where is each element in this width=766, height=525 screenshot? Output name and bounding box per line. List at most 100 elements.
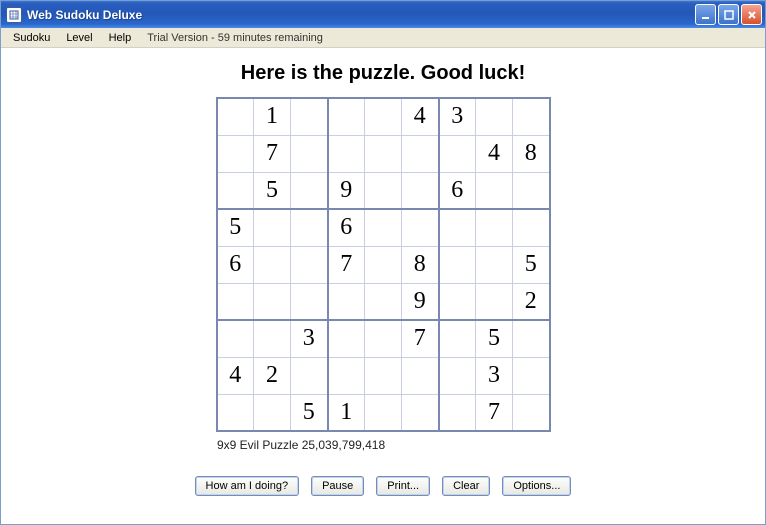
sudoku-cell[interactable]: 2 — [513, 283, 550, 320]
close-button[interactable] — [741, 4, 762, 25]
sudoku-cell[interactable] — [291, 172, 328, 209]
window-controls — [695, 4, 762, 25]
sudoku-cell[interactable]: 4 — [476, 135, 513, 172]
maximize-button[interactable] — [718, 4, 739, 25]
sudoku-cell[interactable] — [291, 246, 328, 283]
sudoku-cell[interactable]: 5 — [513, 246, 550, 283]
sudoku-cell[interactable]: 5 — [291, 394, 328, 431]
sudoku-cell[interactable] — [439, 246, 476, 283]
sudoku-cell[interactable] — [402, 135, 439, 172]
sudoku-cell[interactable]: 7 — [254, 135, 291, 172]
maximize-icon — [724, 10, 734, 20]
sudoku-cell[interactable]: 5 — [217, 209, 254, 246]
page-title: Here is the puzzle. Good luck! — [241, 62, 526, 85]
sudoku-cell[interactable]: 3 — [476, 357, 513, 394]
sudoku-cell[interactable] — [217, 98, 254, 135]
sudoku-cell[interactable] — [365, 172, 402, 209]
sudoku-cell[interactable]: 1 — [328, 394, 365, 431]
app-icon — [6, 7, 22, 23]
sudoku-cell[interactable] — [254, 320, 291, 357]
sudoku-cell[interactable]: 2 — [254, 357, 291, 394]
sudoku-cell[interactable] — [439, 283, 476, 320]
menu-sudoku[interactable]: Sudoku — [5, 30, 58, 46]
sudoku-cell[interactable]: 8 — [513, 135, 550, 172]
sudoku-cell[interactable] — [365, 246, 402, 283]
sudoku-cell[interactable]: 3 — [291, 320, 328, 357]
sudoku-cell[interactable] — [476, 246, 513, 283]
sudoku-cell[interactable] — [291, 283, 328, 320]
sudoku-cell[interactable] — [402, 394, 439, 431]
sudoku-cell[interactable] — [476, 172, 513, 209]
sudoku-cell[interactable]: 7 — [476, 394, 513, 431]
clear-button[interactable]: Clear — [442, 476, 490, 496]
window-title: Web Sudoku Deluxe — [27, 8, 695, 22]
sudoku-cell[interactable] — [328, 283, 365, 320]
sudoku-cell[interactable] — [402, 357, 439, 394]
menu-help[interactable]: Help — [101, 30, 140, 46]
sudoku-cell[interactable] — [291, 209, 328, 246]
minimize-button[interactable] — [695, 4, 716, 25]
button-row: How am I doing? Pause Print... Clear Opt… — [195, 476, 572, 496]
sudoku-cell[interactable] — [254, 394, 291, 431]
sudoku-cell[interactable] — [217, 135, 254, 172]
sudoku-cell[interactable] — [402, 209, 439, 246]
sudoku-cell[interactable] — [365, 135, 402, 172]
sudoku-cell[interactable]: 8 — [402, 246, 439, 283]
sudoku-cell[interactable] — [254, 283, 291, 320]
sudoku-cell[interactable] — [365, 98, 402, 135]
sudoku-cell[interactable]: 9 — [328, 172, 365, 209]
trial-status: Trial Version - 59 minutes remaining — [139, 30, 331, 46]
sudoku-cell[interactable] — [439, 135, 476, 172]
sudoku-cell[interactable] — [254, 246, 291, 283]
how-am-i-doing-button[interactable]: How am I doing? — [195, 476, 300, 496]
sudoku-cell[interactable] — [365, 209, 402, 246]
pause-button[interactable]: Pause — [311, 476, 364, 496]
sudoku-cell[interactable]: 4 — [402, 98, 439, 135]
menu-level[interactable]: Level — [58, 30, 100, 46]
sudoku-cell[interactable]: 7 — [402, 320, 439, 357]
sudoku-cell[interactable] — [254, 209, 291, 246]
sudoku-cell[interactable] — [513, 320, 550, 357]
sudoku-cell[interactable] — [513, 357, 550, 394]
sudoku-cell[interactable] — [365, 357, 402, 394]
sudoku-cell[interactable] — [291, 357, 328, 394]
sudoku-cell[interactable] — [439, 209, 476, 246]
sudoku-cell[interactable]: 6 — [439, 172, 476, 209]
sudoku-cell[interactable] — [365, 283, 402, 320]
sudoku-cell[interactable]: 5 — [476, 320, 513, 357]
sudoku-cell[interactable] — [439, 357, 476, 394]
sudoku-cell[interactable] — [291, 135, 328, 172]
sudoku-cell[interactable] — [328, 98, 365, 135]
sudoku-cell[interactable] — [217, 394, 254, 431]
sudoku-cell[interactable] — [217, 320, 254, 357]
sudoku-cell[interactable] — [513, 394, 550, 431]
sudoku-cell[interactable] — [365, 394, 402, 431]
sudoku-cell[interactable] — [476, 283, 513, 320]
sudoku-cell[interactable] — [476, 98, 513, 135]
sudoku-cell[interactable]: 6 — [217, 246, 254, 283]
sudoku-cell[interactable] — [513, 209, 550, 246]
sudoku-cell[interactable] — [439, 320, 476, 357]
sudoku-cell[interactable] — [217, 283, 254, 320]
sudoku-cell[interactable]: 3 — [439, 98, 476, 135]
print-button[interactable]: Print... — [376, 476, 430, 496]
sudoku-cell[interactable] — [402, 172, 439, 209]
sudoku-cell[interactable] — [513, 172, 550, 209]
sudoku-cell[interactable]: 1 — [254, 98, 291, 135]
sudoku-cell[interactable] — [217, 172, 254, 209]
sudoku-cell[interactable] — [328, 135, 365, 172]
sudoku-cell[interactable]: 6 — [328, 209, 365, 246]
sudoku-cell[interactable] — [365, 320, 402, 357]
sudoku-cell[interactable] — [513, 98, 550, 135]
content-area: Here is the puzzle. Good luck! 143748596… — [1, 48, 765, 524]
sudoku-cell[interactable]: 4 — [217, 357, 254, 394]
sudoku-cell[interactable]: 9 — [402, 283, 439, 320]
sudoku-cell[interactable] — [439, 394, 476, 431]
sudoku-cell[interactable]: 5 — [254, 172, 291, 209]
sudoku-cell[interactable] — [328, 357, 365, 394]
sudoku-cell[interactable] — [476, 209, 513, 246]
sudoku-cell[interactable]: 7 — [328, 246, 365, 283]
options-button[interactable]: Options... — [502, 476, 571, 496]
sudoku-cell[interactable] — [328, 320, 365, 357]
sudoku-cell[interactable] — [291, 98, 328, 135]
